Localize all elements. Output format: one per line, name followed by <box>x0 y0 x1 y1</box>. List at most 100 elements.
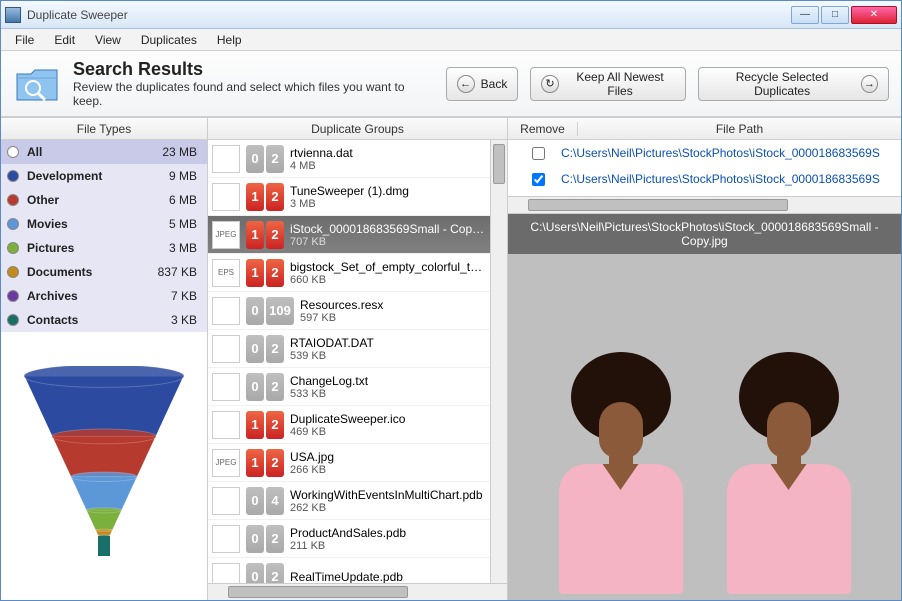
count-badges: 02 <box>246 145 284 173</box>
file-type-icon <box>212 183 240 211</box>
badge-total-count: 2 <box>266 221 284 249</box>
horizontal-scrollbar[interactable] <box>508 196 901 213</box>
file-type-label: Documents <box>27 265 150 279</box>
maximize-button[interactable]: □ <box>821 6 849 24</box>
menubar: File Edit View Duplicates Help <box>1 29 901 51</box>
count-badges: 12 <box>246 449 284 477</box>
horizontal-scrollbar[interactable] <box>208 583 507 600</box>
recycle-selected-button[interactable]: Recycle Selected Duplicates → <box>698 67 889 101</box>
file-type-row[interactable]: Development9 MB <box>1 164 207 188</box>
file-name: iStock_000018683569Small - Copy.jpg <box>290 222 486 236</box>
duplicate-group-row[interactable]: JPEG12USA.jpg266 KB <box>208 444 490 482</box>
duplicate-group-row[interactable]: 02RTAIODAT.DAT539 KB <box>208 330 490 368</box>
file-path-row[interactable]: C:\Users\Neil\Pictures\StockPhotos\iStoc… <box>508 166 901 192</box>
file-path-text: C:\Users\Neil\Pictures\StockPhotos\iStoc… <box>561 146 893 160</box>
file-type-row[interactable]: Other6 MB <box>1 188 207 212</box>
file-type-size: 3 MB <box>169 241 197 255</box>
file-types-header: File Types <box>1 118 207 140</box>
badge-keep-count: 0 <box>246 145 264 173</box>
count-badges: 02 <box>246 335 284 363</box>
file-type-row[interactable]: All23 MB <box>1 140 207 164</box>
badge-total-count: 2 <box>266 335 284 363</box>
preview-figure-left <box>541 352 701 592</box>
count-badges: 04 <box>246 487 284 515</box>
menu-file[interactable]: File <box>7 31 42 49</box>
badge-total-count: 2 <box>266 525 284 553</box>
file-path-row[interactable]: C:\Users\Neil\Pictures\StockPhotos\iStoc… <box>508 140 901 166</box>
menu-edit[interactable]: Edit <box>46 31 83 49</box>
file-type-row[interactable]: Pictures3 MB <box>1 236 207 260</box>
duplicate-group-row[interactable]: 02ChangeLog.txt533 KB <box>208 368 490 406</box>
scroll-thumb[interactable] <box>228 586 408 598</box>
file-type-row[interactable]: Contacts3 KB <box>1 308 207 332</box>
file-name: TuneSweeper (1).dmg <box>290 184 486 198</box>
duplicate-group-row[interactable]: JPEG12iStock_000018683569Small - Copy.jp… <box>208 216 490 254</box>
count-badges: 02 <box>246 563 284 584</box>
file-name: WorkingWithEventsInMultiChart.pdb <box>290 488 486 502</box>
duplicate-groups-list[interactable]: 02rtvienna.dat4 MB12TuneSweeper (1).dmg3… <box>208 140 490 583</box>
duplicate-group-row[interactable]: 02RealTimeUpdate.pdb <box>208 558 490 583</box>
badge-keep-count: 1 <box>246 221 264 249</box>
scroll-thumb[interactable] <box>493 144 505 184</box>
count-badges: 02 <box>246 525 284 553</box>
remove-checkbox[interactable] <box>532 147 545 160</box>
file-type-icon <box>212 145 240 173</box>
file-type-size: 9 MB <box>169 169 197 183</box>
file-type-row[interactable]: Movies5 MB <box>1 212 207 236</box>
duplicate-groups-panel: Duplicate Groups 02rtvienna.dat4 MB12Tun… <box>208 118 508 600</box>
file-path-column-header: File Path <box>578 122 901 136</box>
badge-keep-count: 1 <box>246 449 264 477</box>
menu-help[interactable]: Help <box>209 31 250 49</box>
file-type-size: 837 KB <box>158 265 197 279</box>
badge-total-count: 2 <box>266 145 284 173</box>
file-name: Resources.resx <box>300 298 486 312</box>
menu-duplicates[interactable]: Duplicates <box>133 31 205 49</box>
duplicate-group-row[interactable]: 12DuplicateSweeper.ico469 KB <box>208 406 490 444</box>
badge-total-count: 2 <box>266 563 284 584</box>
file-name: ProductAndSales.pdb <box>290 526 486 540</box>
color-dot-icon <box>7 242 19 254</box>
badge-total-count: 2 <box>266 373 284 401</box>
duplicate-groups-header: Duplicate Groups <box>208 118 507 140</box>
file-type-icon <box>212 563 240 584</box>
duplicate-group-row[interactable]: 02rtvienna.dat4 MB <box>208 140 490 178</box>
vertical-scrollbar[interactable] <box>490 140 507 583</box>
recycle-label: Recycle Selected Duplicates <box>709 70 854 98</box>
header: Search Results Review the duplicates fou… <box>1 51 901 117</box>
minimize-button[interactable]: — <box>791 6 819 24</box>
details-panel: Remove File Path C:\Users\Neil\Pictures\… <box>508 118 901 600</box>
color-dot-icon <box>7 314 19 326</box>
badge-keep-count: 1 <box>246 259 264 287</box>
keep-newest-button[interactable]: ↻ Keep All Newest Files <box>530 67 686 101</box>
badge-total-count: 4 <box>266 487 284 515</box>
file-type-row[interactable]: Archives7 KB <box>1 284 207 308</box>
app-window: Duplicate Sweeper — □ ✕ File Edit View D… <box>0 0 902 601</box>
scroll-thumb[interactable] <box>528 199 788 211</box>
file-type-label: Contacts <box>27 313 163 327</box>
remove-checkbox[interactable] <box>532 173 545 186</box>
close-button[interactable]: ✕ <box>851 6 897 24</box>
file-type-label: Other <box>27 193 161 207</box>
badge-keep-count: 0 <box>246 297 264 325</box>
duplicate-group-row[interactable]: EPS12bigstock_Set_of_empty_colorful_tags… <box>208 254 490 292</box>
app-icon <box>5 7 21 23</box>
titlebar[interactable]: Duplicate Sweeper — □ ✕ <box>1 1 901 29</box>
duplicate-group-row[interactable]: 02ProductAndSales.pdb211 KB <box>208 520 490 558</box>
color-dot-icon <box>7 218 19 230</box>
duplicate-group-row[interactable]: 04WorkingWithEventsInMultiChart.pdb262 K… <box>208 482 490 520</box>
badge-total-count: 2 <box>266 259 284 287</box>
duplicate-group-row[interactable]: 12TuneSweeper (1).dmg3 MB <box>208 178 490 216</box>
badge-keep-count: 1 <box>246 183 264 211</box>
arrow-left-icon: ← <box>457 75 475 93</box>
file-path-text: C:\Users\Neil\Pictures\StockPhotos\iStoc… <box>561 172 893 186</box>
file-type-icon <box>212 487 240 515</box>
badge-keep-count: 0 <box>246 563 264 584</box>
menu-view[interactable]: View <box>87 31 129 49</box>
back-button[interactable]: ← Back <box>446 67 519 101</box>
color-dot-icon <box>7 266 19 278</box>
file-name: rtvienna.dat <box>290 146 486 160</box>
file-type-row[interactable]: Documents 837 KB <box>1 260 207 284</box>
duplicate-group-row[interactable]: 0109Resources.resx597 KB <box>208 292 490 330</box>
file-size: 533 KB <box>290 388 486 400</box>
preview-figure-right <box>709 352 869 592</box>
